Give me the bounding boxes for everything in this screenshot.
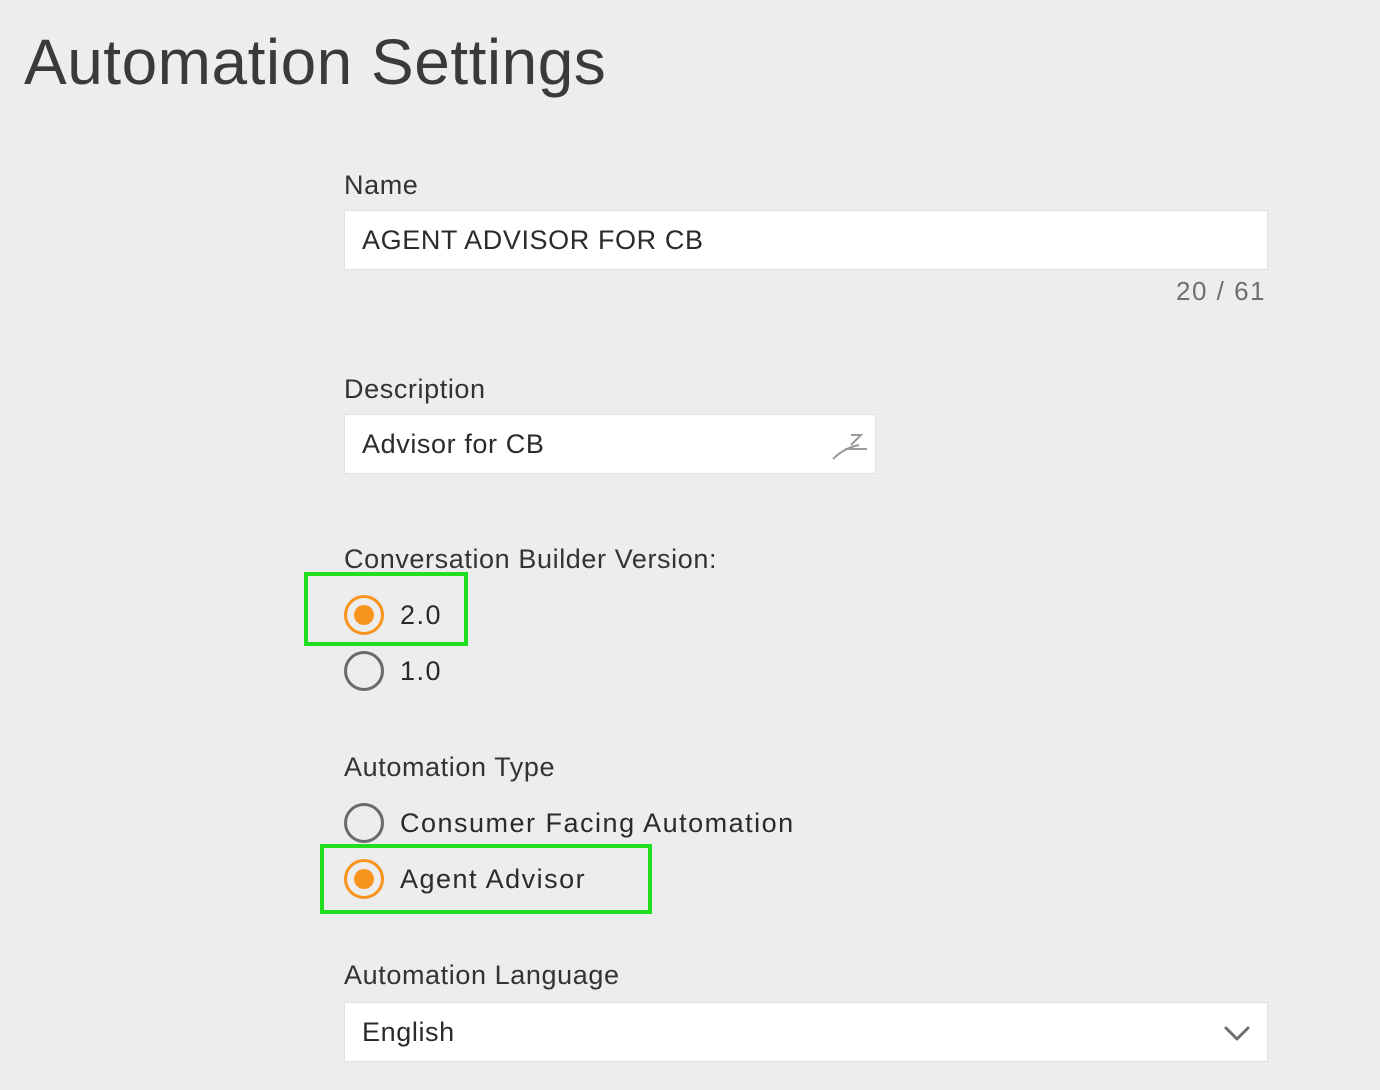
name-label: Name bbox=[344, 170, 419, 200]
automation-type-label: Automation Type bbox=[344, 752, 556, 782]
name-char-counter: 20 / 61 bbox=[1175, 276, 1266, 306]
page-title: Automation Settings bbox=[24, 26, 607, 98]
cb-version-label: Conversation Builder Version: bbox=[344, 544, 718, 574]
automation-language-label: Automation Language bbox=[344, 960, 620, 990]
radio-button[interactable] bbox=[344, 651, 384, 691]
radio-button-selected[interactable] bbox=[344, 595, 384, 635]
name-field[interactable]: AGENT ADVISOR FOR CB bbox=[344, 210, 1268, 270]
cb-version-option-label: 1.0 bbox=[400, 656, 443, 686]
description-value: Advisor for CB bbox=[362, 429, 545, 459]
cb-version-option-2-0[interactable]: 2.0 bbox=[344, 595, 464, 635]
cb-version-option-1-0[interactable]: 1.0 bbox=[344, 651, 464, 691]
radio-button[interactable] bbox=[344, 803, 384, 843]
automation-type-option-agent-advisor[interactable]: Agent Advisor bbox=[344, 859, 614, 899]
chevron-down-icon bbox=[1224, 1026, 1250, 1041]
radio-button-selected[interactable] bbox=[344, 859, 384, 899]
description-field[interactable]: Advisor for CB bbox=[344, 414, 876, 474]
automation-type-option-consumer-facing[interactable]: Consumer Facing Automation bbox=[344, 803, 804, 843]
automation-language-select[interactable]: English bbox=[344, 1002, 1268, 1062]
automation-type-option-label: Agent Advisor bbox=[400, 864, 587, 894]
automation-language-value: English bbox=[362, 1017, 455, 1047]
automation-type-option-label: Consumer Facing Automation bbox=[400, 808, 795, 838]
name-value: AGENT ADVISOR FOR CB bbox=[362, 225, 704, 255]
description-label: Description bbox=[344, 374, 486, 404]
cb-version-option-label: 2.0 bbox=[400, 600, 443, 630]
resize-handle-icon[interactable] bbox=[831, 429, 871, 461]
